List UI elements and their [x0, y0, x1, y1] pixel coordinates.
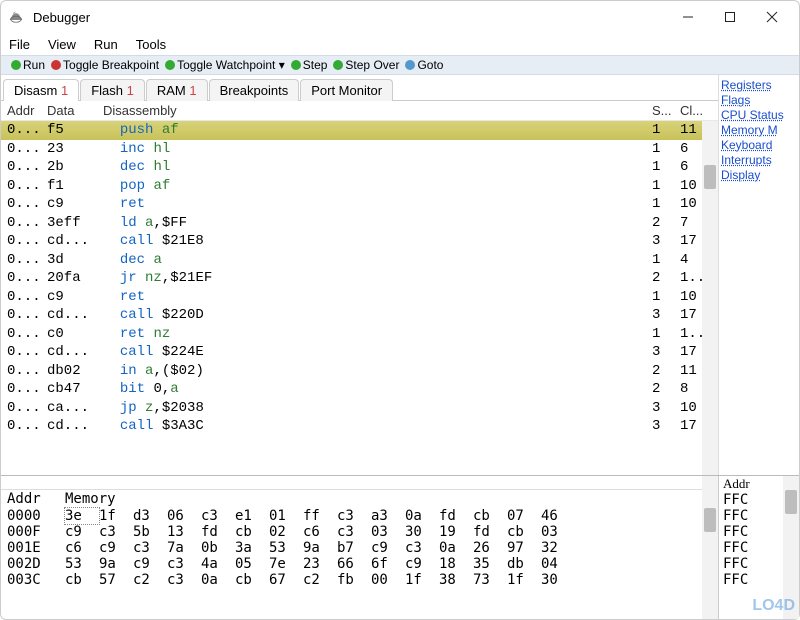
- tab-port-monitor[interactable]: Port Monitor: [300, 79, 393, 101]
- memory-row[interactable]: 001Ec6c9c37a0b3a539ab7c9c30a269732: [1, 540, 718, 556]
- scrollbar-thumb[interactable]: [785, 490, 797, 514]
- disasm-row[interactable]: 0...cd... call $21E8317: [1, 232, 718, 251]
- window-title: Debugger: [33, 10, 90, 25]
- memory-header: Addr Memory: [1, 490, 718, 508]
- sidelink-flags[interactable]: Flags: [721, 93, 797, 107]
- stack-pane: Addr FFCFFCFFCFFCFFCFFC: [718, 476, 799, 619]
- menu-tools[interactable]: Tools: [136, 37, 166, 52]
- toolbar-toggle-watchpoint[interactable]: Toggle Watchpoint ▾: [159, 58, 285, 72]
- disasm-row[interactable]: 0...2b dec hl16: [1, 158, 718, 177]
- close-button[interactable]: [751, 3, 793, 31]
- step-icon: [291, 60, 301, 70]
- toolbar-toggle-breakpoint[interactable]: Toggle Breakpoint: [45, 58, 159, 72]
- disasm-row[interactable]: 0...3d dec a14: [1, 251, 718, 270]
- col-data[interactable]: Data: [47, 103, 103, 118]
- disasm-header: Addr Data Disassembly S... Cl...: [1, 101, 718, 121]
- title-bar: Debugger: [1, 1, 799, 33]
- watchpoint-icon: [165, 60, 175, 70]
- toolbar-run[interactable]: Run: [5, 58, 45, 72]
- breakpoint-icon: [51, 60, 61, 70]
- memory-body[interactable]: 00003e1fd306c3e101ffc3a30afdcb0746000Fc9…: [1, 508, 718, 588]
- memory-pane: Addr Memory 00003e1fd306c3e101ffc3a30afd…: [1, 476, 718, 619]
- memory-col-addr[interactable]: Addr: [7, 491, 65, 507]
- scrollbar-thumb[interactable]: [704, 165, 716, 189]
- minimize-button[interactable]: [667, 3, 709, 31]
- memory-col-mem[interactable]: Memory: [65, 491, 116, 507]
- goto-icon: [405, 60, 415, 70]
- memory-scrollbar[interactable]: [702, 476, 718, 619]
- col-disassembly[interactable]: Disassembly: [103, 103, 652, 118]
- app-icon: [7, 8, 25, 26]
- disasm-scrollbar[interactable]: [702, 121, 718, 475]
- tab-breakpoints[interactable]: Breakpoints: [209, 79, 300, 101]
- memory-row[interactable]: 00003e1fd306c3e101ffc3a30afdcb0746: [1, 508, 718, 524]
- menu-view[interactable]: View: [48, 37, 76, 52]
- bottom-area: Addr Memory 00003e1fd306c3e101ffc3a30afd…: [1, 475, 799, 619]
- disasm-row[interactable]: 0...cb47 bit 0,a28: [1, 380, 718, 399]
- memory-row[interactable]: 000Fc9c35b13fdcb02c6c3033019fdcb03: [1, 524, 718, 540]
- disasm-row[interactable]: 0...c9 ret 110: [1, 288, 718, 307]
- disasm-row[interactable]: 0...23 inc hl16: [1, 140, 718, 159]
- disasm-row[interactable]: 0...ca... jp z,$2038310: [1, 399, 718, 418]
- disasm-row[interactable]: 0...db02 in a,($02)211: [1, 362, 718, 381]
- sidelink-cpu-status[interactable]: CPU Status: [721, 108, 797, 122]
- disasm-row[interactable]: 0...cd... call $220D317: [1, 306, 718, 325]
- menu-bar: File View Run Tools: [1, 33, 799, 55]
- disasm-row[interactable]: 0...c9 ret 110: [1, 195, 718, 214]
- toolbar-step-over[interactable]: Step Over: [327, 58, 399, 72]
- disasm-body[interactable]: 0...f5 push af1110...23 inc hl160...2b d…: [1, 121, 718, 475]
- tab-ram[interactable]: RAM 1: [146, 79, 208, 101]
- disasm-row[interactable]: 0...c0 ret nz11...: [1, 325, 718, 344]
- toolbar-goto[interactable]: Goto: [399, 58, 443, 72]
- disasm-pane: Disasm 1Flash 1RAM 1BreakpointsPort Moni…: [1, 75, 719, 475]
- col-clocks[interactable]: Cl...: [680, 103, 712, 118]
- memory-tabs: [1, 476, 718, 490]
- sidelink-registers[interactable]: Registers: [721, 78, 797, 92]
- disasm-row[interactable]: 0...cd... call $3A3C317: [1, 417, 718, 436]
- menu-file[interactable]: File: [9, 37, 30, 52]
- sidelink-display[interactable]: Display: [721, 168, 797, 182]
- sidelink-memory-m[interactable]: Memory M: [721, 123, 797, 137]
- disasm-row[interactable]: 0...3eff ld a,$FF27: [1, 214, 718, 233]
- stack-scrollbar[interactable]: [783, 476, 799, 619]
- sidelink-interrupts[interactable]: Interrupts: [721, 153, 797, 167]
- disasm-row[interactable]: 0...cd... call $224E317: [1, 343, 718, 362]
- toolbar-step[interactable]: Step: [285, 58, 328, 72]
- scrollbar-thumb[interactable]: [704, 508, 716, 532]
- play-icon: [11, 60, 21, 70]
- disasm-row[interactable]: 0...20fa jr nz,$21EF21...: [1, 269, 718, 288]
- memory-row[interactable]: 002D539ac9c34a057e23666fc91835db04: [1, 556, 718, 572]
- disasm-row[interactable]: 0...f5 push af111: [1, 121, 718, 140]
- disasm-row[interactable]: 0...f1 pop af110: [1, 177, 718, 196]
- tab-flash[interactable]: Flash 1: [80, 79, 145, 101]
- menu-run[interactable]: Run: [94, 37, 118, 52]
- maximize-button[interactable]: [709, 3, 751, 31]
- memory-row[interactable]: 003Ccb57c2c30acb67c2fb001f38731f30: [1, 572, 718, 588]
- main-area: Disasm 1Flash 1RAM 1BreakpointsPort Moni…: [1, 75, 799, 475]
- tab-disasm[interactable]: Disasm 1: [3, 79, 79, 101]
- tab-strip: Disasm 1Flash 1RAM 1BreakpointsPort Moni…: [1, 75, 718, 101]
- toolbar: Run Toggle Breakpoint Toggle Watchpoint …: [1, 55, 799, 75]
- step-over-icon: [333, 60, 343, 70]
- col-addr[interactable]: Addr: [7, 103, 47, 118]
- sidelink-keyboard[interactable]: Keyboard: [721, 138, 797, 152]
- col-size[interactable]: S...: [652, 103, 680, 118]
- side-panel: RegistersFlagsCPU StatusMemory MKeyboard…: [719, 75, 799, 475]
